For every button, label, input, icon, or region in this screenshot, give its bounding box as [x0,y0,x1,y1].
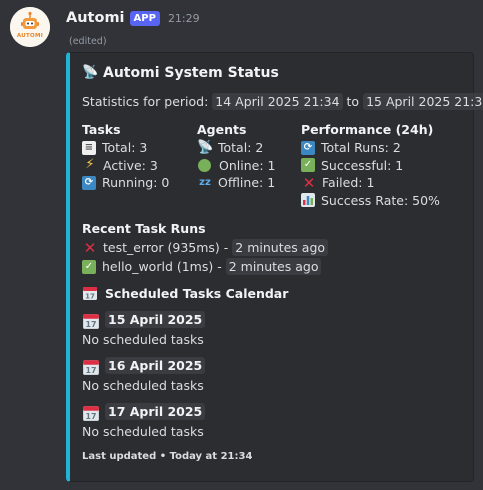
period-start: 14 April 2025 21:34 [212,93,343,110]
calendar-day: 17 15 April 2025 No scheduled tasks [82,311,206,347]
agents-total: 📡 Total: 2 [197,139,275,157]
calendar-day-date: 16 April 2025 [105,357,206,374]
robot-logo-icon [10,7,50,47]
calendar-day-title: 17 15 April 2025 [82,311,206,329]
app-badge: APP [129,10,160,26]
timestamp[interactable]: 21:29 [168,12,200,25]
run-time: 2 minutes ago [232,239,329,256]
period-prefix: Statistics for period: [82,94,209,109]
run-separator: - [217,259,222,274]
svg-text:17: 17 [86,320,97,329]
svg-text:17: 17 [86,412,97,421]
calendar-icon: 17 [82,285,100,301]
tasks-active: ⚡ Active: 3 [82,157,169,175]
statistics-period: Statistics for period: 14 April 2025 21:… [82,93,483,110]
tasks-running: ⟳ Running: 0 [82,174,169,192]
perf-total-runs-text: Total Runs: 2 [321,140,401,156]
calendar-icon: 17 [82,358,100,375]
status-embed: 📡 Automi System Status Statistics for pe… [66,52,483,482]
embed-footer: Last updated • Today at 21:34 [82,451,253,462]
agents-total-text: Total: 2 [218,140,264,156]
period-end: 15 April 2025 21:34 [363,93,483,110]
calendar-day-text: No scheduled tasks [82,332,204,347]
avatar[interactable]: AUTOMI [10,7,50,47]
run-item: ✕ test_error (935ms) - 2 minutes ago [82,238,329,257]
perf-successful-text: Successful: 1 [321,157,404,173]
perf-failed-text: Failed: 1 [322,175,375,191]
run-separator: - [223,240,229,255]
calendar-icon: 17 [82,404,100,421]
satellite-icon: 📡 [197,139,214,155]
calendar-day-text: No scheduled tasks [82,424,204,439]
calendar-title: 17 Scheduled Tasks Calendar [82,285,288,301]
svg-text:17: 17 [85,293,95,301]
bar-chart-icon [301,193,315,208]
green-circle-icon [198,158,211,172]
cross-mark-icon: ✕ [83,238,97,257]
sleeping-icon: zz [199,176,211,188]
calendar-section: 17 Scheduled Tasks Calendar [82,285,288,301]
clipboard-icon: ≡ [82,140,96,155]
agents-field-name: Agents [197,122,247,137]
satellite-icon: 📡 [82,65,99,80]
embed-title-text: Automi System Status [103,65,279,81]
tasks-active-text: Active: 3 [103,157,158,173]
recent-runs-title: Recent Task Runs [82,221,206,236]
agents-online-text: Online: 1 [219,157,276,173]
svg-text:17: 17 [86,366,97,375]
perf-successful: ✓ Successful: 1 [301,157,440,175]
chat-message: AUTOMI Automi APP 21:29 (edited) 📡 Autom… [0,0,483,490]
run-label: test_error (935ms) [103,240,220,255]
calendar-day-title: 17 17 April 2025 [82,403,206,421]
calendar-day-title: 17 16 April 2025 [82,357,206,375]
lightning-icon: ⚡ [85,157,95,173]
message-header: Automi APP 21:29 [66,8,200,28]
perf-success-rate: Success Rate: 50% [301,192,440,210]
run-item: ✓ hello_world (1ms) - 2 minutes ago [82,257,328,276]
embed-title: 📡 Automi System Status [82,65,279,81]
perf-failed: ✕ Failed: 1 [301,174,440,192]
agents-offline: zz Offline: 1 [197,174,275,192]
perf-total-runs: ⟳ Total Runs: 2 [301,139,440,157]
calendar-day: 17 17 April 2025 No scheduled tasks [82,403,206,439]
tasks-running-text: Running: 0 [102,175,170,191]
check-mark-icon: ✓ [301,158,315,173]
agents-online: Online: 1 [197,157,275,175]
cross-mark-icon: ✕ [302,173,316,192]
calendar-day-date: 17 April 2025 [105,403,206,420]
avatar-text: AUTOMI [16,33,44,39]
username[interactable]: Automi [66,10,125,26]
calendar-day-date: 15 April 2025 [105,311,206,328]
calendar-icon: 17 [82,312,100,329]
run-label: hello_world (1ms) [102,259,214,274]
calendar-title-text: Scheduled Tasks Calendar [105,285,289,301]
edited-label: (edited) [69,36,107,47]
run-time: 2 minutes ago [225,258,322,275]
performance-field: Performance (24h) ⟳ Total Runs: 2 ✓ Succ… [301,122,440,209]
agents-field: Agents 📡 Total: 2 Online: 1 zz Offline: … [197,122,275,192]
tasks-field-name: Tasks [82,122,121,137]
tasks-total-text: Total: 3 [102,140,148,156]
tasks-field: Tasks ≡ Total: 3 ⚡ Active: 3 ⟳ Running: … [82,122,169,192]
refresh-icon: ⟳ [301,140,315,155]
agents-offline-text: Offline: 1 [218,175,276,191]
calendar-day: 17 16 April 2025 No scheduled tasks [82,357,206,393]
calendar-day-text: No scheduled tasks [82,378,204,393]
refresh-icon: ⟳ [82,175,96,190]
check-mark-icon: ✓ [82,259,96,274]
performance-field-name: Performance (24h) [301,122,434,137]
tasks-total: ≡ Total: 3 [82,139,169,157]
period-to: to [346,94,360,109]
recent-runs-section: Recent Task Runs ✕ test_error (935ms) - … [82,221,329,276]
perf-success-rate-text: Success Rate: 50% [321,192,440,208]
